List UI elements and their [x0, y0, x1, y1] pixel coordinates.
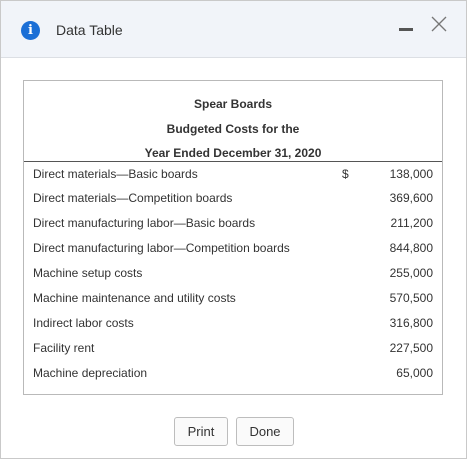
table-row: Machine depreciation 65,000: [24, 361, 442, 386]
row-label: Machine setup costs: [33, 266, 143, 280]
title-bar: i Data Table: [1, 1, 466, 58]
table-row: Direct manufacturing labor—Competition b…: [24, 236, 442, 261]
info-icon: i: [21, 21, 40, 40]
table-row: Machine setup costs 255,000: [24, 261, 442, 286]
print-button[interactable]: Print: [174, 417, 228, 446]
report-period: Year Ended December 31, 2020: [144, 146, 322, 160]
row-label: Indirect labor costs: [33, 316, 134, 330]
table-row: Direct materials—Basic boards $138,000: [24, 161, 442, 186]
minimize-icon[interactable]: [399, 28, 413, 31]
row-value: 844,800: [389, 241, 433, 255]
row-value: 227,500: [389, 341, 433, 355]
row-value: 570,500: [389, 291, 433, 305]
table-row: Facility rent 227,500: [24, 336, 442, 361]
done-button[interactable]: Done: [236, 417, 294, 446]
row-value: 138,000: [389, 167, 433, 181]
row-label: Machine maintenance and utility costs: [33, 291, 236, 305]
row-label: Direct manufacturing labor—Basic boards: [33, 216, 256, 230]
row-label: Direct manufacturing labor—Competition b…: [33, 241, 290, 255]
row-value: 369,600: [389, 191, 433, 205]
row-value: 255,000: [389, 266, 433, 280]
table-row: Indirect labor costs 316,800: [24, 311, 442, 336]
close-icon[interactable]: [429, 14, 449, 34]
row-label: Direct materials—Basic boards: [33, 167, 198, 181]
row-value: 316,800: [389, 316, 433, 330]
dialog-title: Data Table: [56, 22, 123, 38]
data-table-dialog: i Data Table Spear Boards Budgeted Costs…: [0, 0, 467, 459]
report-title: Budgeted Costs for the: [166, 122, 300, 136]
row-value: 65,000: [396, 366, 433, 380]
table-row: Direct materials—Competition boards 369,6…: [24, 186, 442, 211]
company-name: Spear Boards: [193, 97, 273, 111]
table-row: Direct manufacturing labor—Basic boards 2…: [24, 211, 442, 236]
budget-table: Spear Boards Budgeted Costs for the Year…: [23, 80, 443, 395]
table-row: Machine maintenance and utility costs 570…: [24, 286, 442, 311]
row-value: 211,200: [390, 216, 434, 230]
row-label: Machine depreciation: [33, 366, 148, 380]
currency-symbol: $: [342, 167, 349, 181]
row-label: Facility rent: [33, 341, 95, 355]
row-label: Direct materials—Competition boards: [33, 191, 233, 205]
